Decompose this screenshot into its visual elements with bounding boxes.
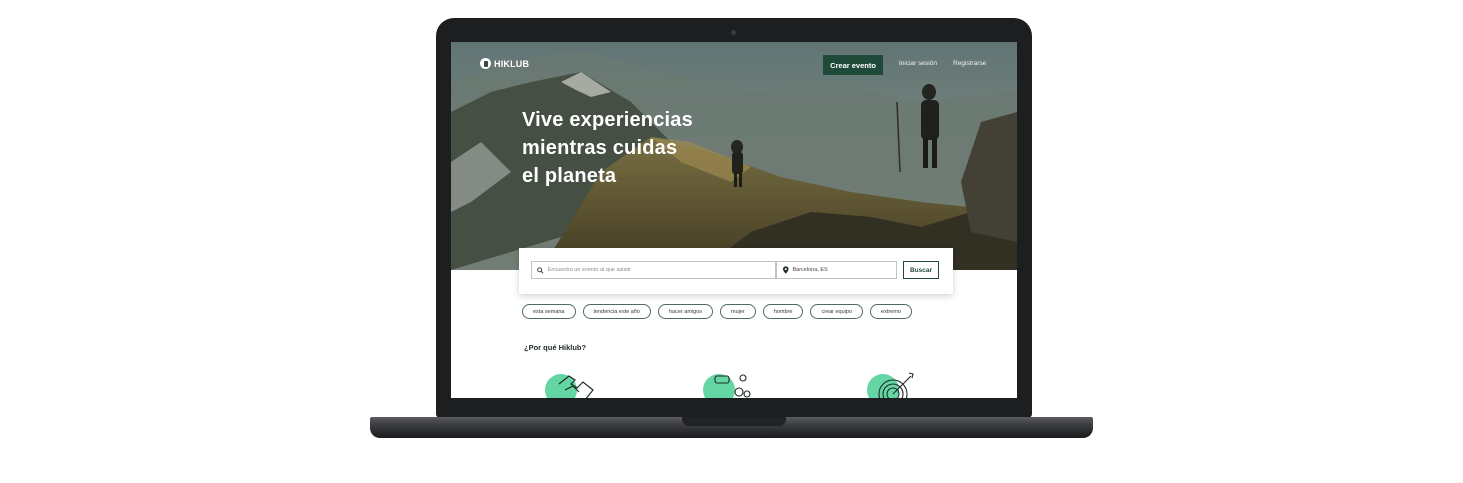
laptop-notch [682, 417, 786, 426]
search-card: Buscar [519, 248, 953, 294]
chip-this-week[interactable]: esta semana [522, 304, 576, 319]
event-search-field[interactable] [531, 261, 776, 279]
hero-banner: HIKLUB Crear evento Iniciar sesión Regis… [451, 42, 1017, 270]
brand-name: HIKLUB [494, 58, 530, 69]
hero-headline-line-3: el planeta [522, 165, 617, 187]
hero-headline-line-1: Vive experiencias [522, 109, 693, 131]
search-button[interactable]: Buscar [903, 261, 939, 279]
puzzle-icon [558, 375, 594, 398]
location-input[interactable] [788, 267, 896, 273]
chip-trending-year[interactable]: tendencia este año [582, 304, 651, 319]
people-icon [714, 374, 751, 398]
register-link[interactable]: Registrarse [953, 60, 986, 67]
create-event-button[interactable]: Crear evento [823, 55, 883, 75]
chip-extreme[interactable]: extremo [870, 304, 912, 319]
target-icon [878, 372, 914, 398]
hero-headline: Vive experiencias mientras cuidas el pla… [522, 106, 742, 190]
chip-create-team[interactable]: crear equipo [810, 304, 864, 319]
hero-headline-line-2: mientras cuidas [522, 137, 678, 159]
filter-chips: esta semana tendencia este año hacer ami… [522, 304, 912, 319]
location-field[interactable] [776, 261, 897, 279]
event-search-input[interactable] [543, 267, 775, 273]
chip-woman[interactable]: mujer [720, 304, 756, 319]
chip-make-friends[interactable]: hacer amigos [657, 304, 714, 319]
hiker-logo-icon [480, 58, 491, 69]
search-icon [537, 266, 544, 274]
why-hiklub-title: ¿Por qué Hiklub? [524, 343, 587, 352]
laptop-camera [731, 30, 736, 35]
browser-screen: HIKLUB Crear evento Iniciar sesión Regis… [451, 42, 1017, 398]
chip-man[interactable]: hombre [762, 304, 804, 319]
login-link[interactable]: Iniciar sesión [899, 60, 937, 67]
brand-logo[interactable]: HIKLUB [480, 58, 529, 69]
